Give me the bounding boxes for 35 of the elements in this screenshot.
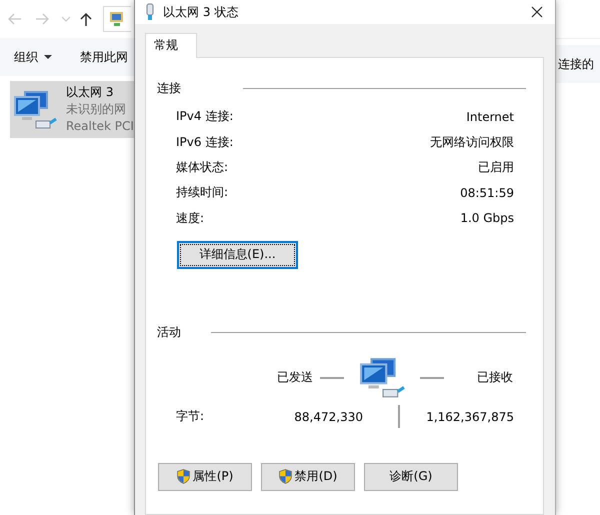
network-status: 未识别的网 — [66, 101, 127, 118]
sent-label: 已发送 — [277, 369, 313, 386]
close-icon[interactable] — [531, 6, 543, 18]
organize-menu[interactable]: 组织 — [14, 48, 52, 66]
field-value: 08:51:59 — [460, 186, 514, 200]
bytes-received: 1,162,367,875 — [426, 410, 514, 424]
section-heading: 活动 — [157, 324, 181, 341]
window-title: 以太网 3 状态 — [163, 4, 240, 20]
tab[interactable]: 常规 — [145, 33, 197, 58]
adapter-model: Realtek PCI — [66, 118, 134, 135]
bytes-sent: 88,472,330 — [293, 410, 363, 424]
dialog-button[interactable]: 诊断(G) — [364, 462, 458, 491]
details-button[interactable]: 详细信息(E)... — [177, 240, 298, 269]
dialog-button[interactable]: 属性(P) — [158, 462, 252, 491]
network-adapter-item[interactable]: 以太网 3 未识别的网 Realtek PCI — [10, 81, 134, 138]
field-label: IPv6 连接: — [176, 134, 234, 151]
section-heading: 连接 — [157, 80, 181, 97]
field-value: Internet — [466, 110, 514, 124]
field-label: IPv4 连接: — [176, 108, 234, 126]
toolbar-button[interactable]: 禁用此网 — [80, 48, 128, 66]
up-arrow-icon[interactable] — [80, 12, 92, 26]
caret-icon — [44, 54, 52, 60]
adapter-name: 以太网 3 — [66, 84, 114, 101]
field-label: 速度: — [176, 210, 204, 227]
field-label: 媒体状态: — [176, 158, 228, 176]
address-bar[interactable] — [103, 6, 131, 32]
bytes-label: 字节: — [176, 408, 206, 426]
field-value: 无网络访问权限 — [430, 134, 514, 151]
received-label: 已接收 — [477, 369, 513, 386]
field-label: 持续时间: — [176, 184, 228, 202]
dialog-button[interactable]: 禁用(D) — [261, 462, 355, 491]
field-value: 1.0 Gbps — [460, 211, 514, 226]
field-value: 已启用 — [478, 158, 514, 176]
ethernet-plug-icon — [145, 3, 155, 21]
network-folder-icon — [108, 10, 126, 28]
